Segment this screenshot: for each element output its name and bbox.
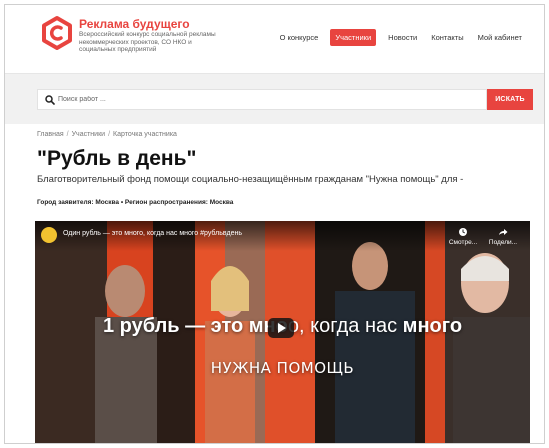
breadcrumb-current: Карточка участника <box>113 131 177 138</box>
share-icon <box>499 229 508 235</box>
nav-about[interactable]: О конкурсе <box>278 30 321 45</box>
region-meta: Город заявителя: Москва • Регион распрос… <box>37 199 234 206</box>
search-box <box>37 89 487 110</box>
search-input[interactable] <box>58 90 478 109</box>
main-nav: О конкурсе Участники Новости Контакты Мо… <box>278 29 524 46</box>
page-title: "Рубль в день" <box>37 147 197 170</box>
browser-frame: Реклама будущего Всероссийский конкурс с… <box>4 4 545 444</box>
nav-participants[interactable]: Участники <box>330 29 377 46</box>
search-button[interactable]: ИСКАТЬ <box>487 89 533 110</box>
play-button[interactable] <box>268 318 294 338</box>
watch-later-label: Смотре... <box>448 239 478 246</box>
headline-part-1: 1 рубль — это мно <box>102 315 288 337</box>
breadcrumb-separator: / <box>66 131 69 138</box>
organization-subtitle: Благотворительный фонд помощи социально-… <box>37 174 464 185</box>
video-brand-text: НУЖНА ПОМОЩЬ <box>210 359 355 377</box>
headline-part-3: много <box>402 315 463 337</box>
breadcrumb-participants[interactable]: Участники <box>72 131 105 138</box>
video-title[interactable]: Один рубль — это много, когда нас много … <box>63 230 242 237</box>
logo-icon[interactable] <box>39 15 75 51</box>
share-button[interactable]: Подели... <box>485 227 521 246</box>
clock-icon <box>459 228 467 236</box>
search-icon <box>45 95 55 105</box>
headline-part-2: о, когда нас <box>287 315 403 337</box>
breadcrumb: Главная / Участники / Карточка участника <box>37 131 177 138</box>
brand-title[interactable]: Реклама будущего <box>79 17 190 31</box>
share-label: Подели... <box>488 239 518 246</box>
video-player[interactable]: Один рубль — это много, когда нас много … <box>35 221 530 443</box>
breadcrumb-separator: / <box>108 131 111 138</box>
brand-description: Всероссийский конкурс социальной рекламы… <box>79 31 216 53</box>
site-header: Реклама будущего Всероссийский конкурс с… <box>5 5 544 74</box>
nav-my-account[interactable]: Мой кабинет <box>476 30 524 45</box>
channel-avatar[interactable] <box>41 227 57 243</box>
nav-contacts[interactable]: Контакты <box>429 30 465 45</box>
search-band: ИСКАТЬ <box>5 74 544 124</box>
watch-later-button[interactable]: Смотре... <box>445 227 481 246</box>
breadcrumb-home[interactable]: Главная <box>37 131 64 138</box>
nav-news[interactable]: Новости <box>386 30 419 45</box>
